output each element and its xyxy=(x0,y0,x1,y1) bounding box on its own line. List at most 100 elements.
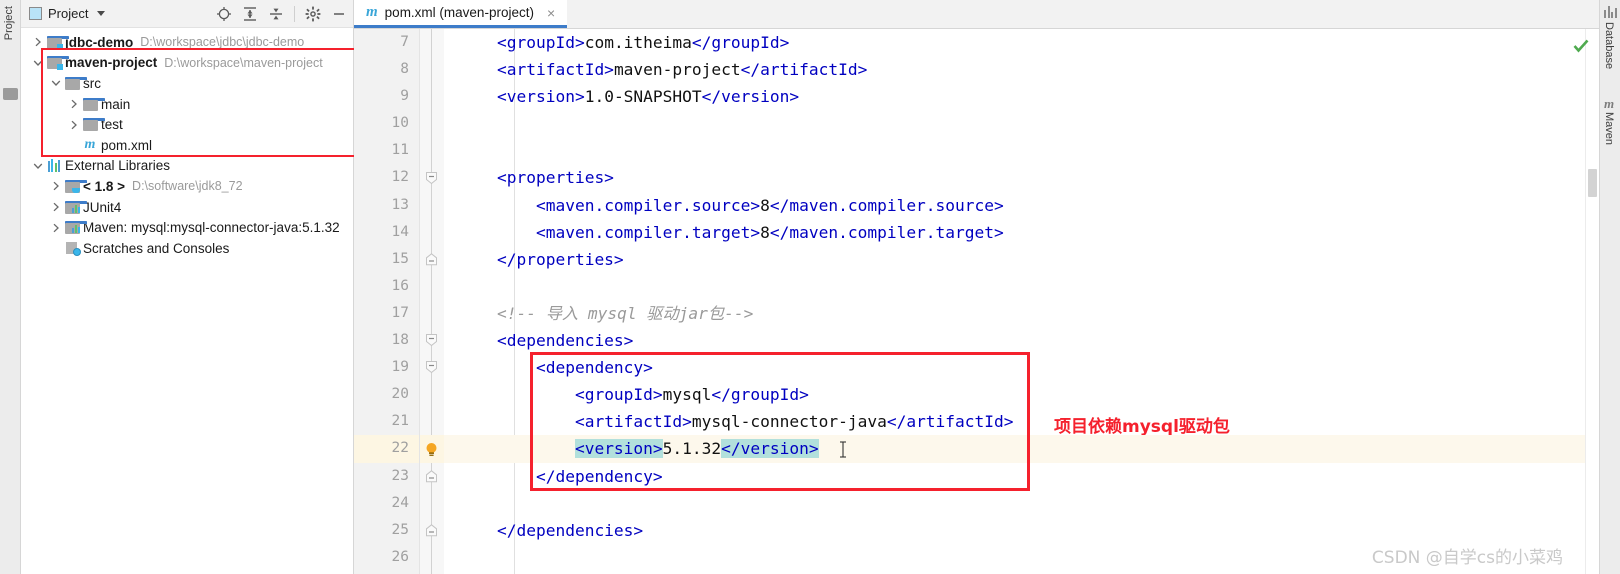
line-number[interactable]: 17 xyxy=(354,300,419,327)
code-line[interactable]: </properties> xyxy=(444,246,1585,273)
code-line[interactable]: <maven.compiler.target>8</maven.compiler… xyxy=(444,219,1585,246)
code-line[interactable] xyxy=(444,110,1585,137)
code-line[interactable]: <properties> xyxy=(444,164,1585,191)
code-line[interactable]: <version>1.0-SNAPSHOT</version> xyxy=(444,83,1585,110)
code-line[interactable]: </dependencies> xyxy=(444,517,1585,544)
line-number[interactable]: 26 xyxy=(354,544,419,571)
fold-row[interactable] xyxy=(420,110,444,137)
tree-node-maven-project[interactable]: maven-projectD:\workspace\maven-project xyxy=(21,53,353,74)
fold-row[interactable] xyxy=(420,219,444,246)
line-number[interactable]: 12 xyxy=(354,164,419,191)
code-line[interactable]: <groupId>com.itheima</groupId> xyxy=(444,29,1585,56)
fold-row[interactable] xyxy=(420,273,444,300)
code-line[interactable]: </dependency> xyxy=(444,463,1585,490)
chevron-right-icon[interactable] xyxy=(49,200,63,214)
line-number[interactable]: 20 xyxy=(354,381,419,408)
fold-row[interactable] xyxy=(420,544,444,571)
code-editor[interactable]: 项目依赖mysql驱动包 <groupId>com.itheima</group… xyxy=(444,29,1585,574)
structure-icon[interactable] xyxy=(3,88,18,100)
editor-scrollbar[interactable] xyxy=(1585,29,1599,574)
fold-row[interactable] xyxy=(420,56,444,83)
code-line[interactable]: <dependency> xyxy=(444,354,1585,381)
fold-end-icon[interactable] xyxy=(425,524,438,537)
chevron-right-icon[interactable] xyxy=(31,35,45,49)
line-number[interactable]: 18 xyxy=(354,327,419,354)
expand-all-icon[interactable] xyxy=(242,6,258,22)
line-number[interactable]: 9 xyxy=(354,83,419,110)
tree-node-maven-mysql-mysql-connector-java-5-1-32[interactable]: Maven: mysql:mysql-connector-java:5.1.32 xyxy=(21,217,353,238)
close-icon[interactable]: × xyxy=(545,6,557,20)
line-number[interactable]: 13 xyxy=(354,192,419,219)
right-tab-maven[interactable]: Maven xyxy=(1603,112,1615,145)
left-tab-project[interactable]: Project xyxy=(3,6,15,40)
code-line[interactable] xyxy=(444,490,1585,517)
code-line[interactable]: <maven.compiler.source>8</maven.compiler… xyxy=(444,192,1585,219)
line-number[interactable]: 14 xyxy=(354,219,419,246)
project-tree[interactable]: jdbc-demoD:\workspace\jdbc\jdbc-demomave… xyxy=(21,28,353,574)
line-number[interactable]: 16 xyxy=(354,273,419,300)
fold-row[interactable] xyxy=(420,137,444,164)
tab-pom-xml[interactable]: m pom.xml (maven-project) × xyxy=(354,0,567,28)
hide-panel-icon[interactable] xyxy=(331,6,347,22)
chevron-down-icon[interactable] xyxy=(49,76,63,90)
line-number[interactable]: 7 xyxy=(354,29,419,56)
intention-bulb-icon[interactable] xyxy=(423,441,440,458)
line-number[interactable]: 15 xyxy=(354,246,419,273)
line-number-gutter[interactable]: 7891011121314151617181920212223242526 xyxy=(354,29,420,574)
tree-node-main[interactable]: main xyxy=(21,94,353,115)
fold-row[interactable] xyxy=(420,381,444,408)
tree-node-path: D:\workspace\maven-project xyxy=(164,56,322,70)
chevron-down-icon[interactable] xyxy=(31,159,45,173)
tree-node-external-libraries[interactable]: External Libraries xyxy=(21,156,353,177)
fold-end-icon[interactable] xyxy=(425,470,438,483)
tree-node-1-8[interactable]: < 1.8 >D:\software\jdk8_72 xyxy=(21,176,353,197)
fold-row[interactable] xyxy=(420,490,444,517)
code-line[interactable]: <artifactId>mysql-connector-java</artifa… xyxy=(444,408,1585,435)
tree-node-junit4[interactable]: JUnit4 xyxy=(21,197,353,218)
line-number[interactable]: 24 xyxy=(354,490,419,517)
collapse-all-icon[interactable] xyxy=(268,6,284,22)
line-number[interactable]: 21 xyxy=(354,408,419,435)
line-number[interactable]: 25 xyxy=(354,517,419,544)
code-line[interactable]: <!-- 导入 mysql 驱动jar包--> xyxy=(444,300,1585,327)
fold-end-icon[interactable] xyxy=(425,253,438,266)
locate-file-icon[interactable] xyxy=(216,6,232,22)
fold-collapse-icon[interactable] xyxy=(425,361,438,374)
project-title-group[interactable]: Project xyxy=(29,6,105,21)
chevron-right-icon[interactable] xyxy=(49,221,63,235)
tree-node-pom-xml[interactable]: mpom.xml xyxy=(21,135,353,156)
code-line[interactable] xyxy=(444,273,1585,300)
fold-row[interactable] xyxy=(420,83,444,110)
chevron-right-icon[interactable] xyxy=(49,179,63,193)
fold-row[interactable] xyxy=(420,300,444,327)
tree-node-scratches-and-consoles[interactable]: Scratches and Consoles xyxy=(21,238,353,259)
line-number[interactable]: 19 xyxy=(354,354,419,381)
code-line[interactable]: <groupId>mysql</groupId> xyxy=(444,381,1585,408)
right-tab-database[interactable]: Database xyxy=(1603,22,1615,69)
fold-gutter[interactable] xyxy=(420,29,444,574)
line-number[interactable]: 10 xyxy=(354,110,419,137)
fold-row[interactable] xyxy=(420,408,444,435)
line-number[interactable]: 11 xyxy=(354,137,419,164)
fold-collapse-icon[interactable] xyxy=(425,172,438,185)
tree-node-test[interactable]: test xyxy=(21,114,353,135)
line-number[interactable]: 8 xyxy=(354,56,419,83)
code-line[interactable]: <dependencies> xyxy=(444,327,1585,354)
chevron-down-icon[interactable] xyxy=(31,56,45,70)
line-number[interactable]: 22 xyxy=(354,435,419,462)
chevron-down-icon[interactable] xyxy=(97,11,105,16)
line-number-label: 11 xyxy=(392,137,409,164)
code-line[interactable]: <artifactId>maven-project</artifactId> xyxy=(444,56,1585,83)
scrollbar-thumb[interactable] xyxy=(1588,169,1597,197)
gear-icon[interactable] xyxy=(305,6,321,22)
fold-collapse-icon[interactable] xyxy=(425,334,438,347)
chevron-right-icon[interactable] xyxy=(67,97,81,111)
fold-row[interactable] xyxy=(420,29,444,56)
fold-row[interactable] xyxy=(420,192,444,219)
tree-node-jdbc-demo[interactable]: jdbc-demoD:\workspace\jdbc\jdbc-demo xyxy=(21,32,353,53)
chevron-right-icon[interactable] xyxy=(67,118,81,132)
code-line[interactable]: <version>5.1.32</version> xyxy=(444,435,1585,462)
code-line[interactable] xyxy=(444,137,1585,164)
line-number[interactable]: 23 xyxy=(354,463,419,490)
tree-node-src[interactable]: src xyxy=(21,73,353,94)
